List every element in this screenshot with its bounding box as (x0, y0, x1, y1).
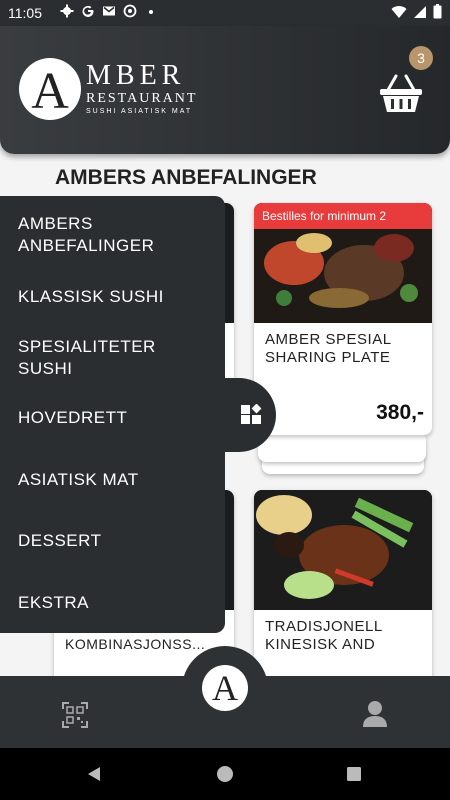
menu-item-label: SUSHI (18, 359, 73, 378)
wifi-icon (391, 5, 407, 18)
dot-icon (149, 10, 153, 14)
profile-icon[interactable] (362, 700, 388, 728)
product-name-line: SHARING PLATE (265, 349, 391, 366)
product-price: 380,- (376, 401, 424, 424)
menu-item-ekstra[interactable]: EKSTRA (18, 592, 89, 614)
google-icon (82, 5, 94, 17)
menu-item-dessert[interactable]: DESSERT (18, 530, 102, 552)
home-logo-button[interactable]: A (202, 665, 248, 711)
brand-name: MBER (86, 60, 186, 91)
section-title: AMBERS ANBEFALINGER (55, 166, 317, 189)
status-bar: 11:05 (0, 0, 450, 26)
recents-icon[interactable] (346, 766, 362, 782)
product-card[interactable]: TRADISJONELL KINESISK AND (254, 490, 432, 690)
product-card[interactable]: Bestilles for minimum 2 AMBER SPESIAL SH… (254, 203, 432, 435)
menu-item-asiatisk-mat[interactable]: ASIATISK MAT (18, 469, 139, 491)
category-drawer: AMBERS ANBEFALINGER KLASSISK SUSHI SPESI… (0, 196, 225, 633)
gmail-icon (103, 6, 115, 16)
cart-count-badge: 3 (409, 46, 433, 70)
app-header: A MBER RESTAURANT SUSHI ASIATISK MAT 3 (0, 26, 450, 154)
logo[interactable]: A (19, 58, 81, 120)
card-stack-shadow (258, 432, 426, 462)
menu-item-label: KLASSISK SUSHI (18, 287, 164, 306)
product-image (254, 490, 432, 610)
menu-item-label: SPESIALITETER (18, 337, 156, 356)
product-name-line: KINESISK AND (265, 636, 376, 653)
back-icon[interactable] (86, 766, 102, 782)
product-name: AMBER SPESIAL SHARING PLATE (265, 331, 392, 367)
battery-icon (433, 4, 442, 19)
brand-tagline: SUSHI ASIATISK MAT (86, 108, 193, 115)
menu-item-label: ASIATISK MAT (18, 470, 139, 489)
status-time: 11:05 (8, 5, 42, 21)
minimum-order-badge: Bestilles for minimum 2 (254, 203, 432, 229)
at-sign-icon (123, 4, 137, 18)
cart-icon[interactable] (378, 72, 424, 116)
menu-item-klassisk-sushi[interactable]: KLASSISK SUSHI (18, 286, 164, 308)
home-logo-letter: A (212, 668, 238, 708)
product-name-line: AMBER SPESIAL (265, 331, 392, 348)
menu-item-label: ANBEFALINGER (18, 236, 155, 255)
menu-item-ambers-anbefalinger[interactable]: AMBERS ANBEFALINGER (18, 213, 154, 257)
logo-letter: A (31, 63, 69, 120)
category-grid-icon (241, 404, 262, 424)
menu-item-label: EKSTRA (18, 593, 90, 612)
home-icon[interactable] (216, 765, 234, 783)
brand-subtitle: RESTAURANT (86, 91, 198, 106)
product-name: KOMBINASJONSS... (65, 636, 206, 652)
product-name-line: TRADISJONELL (265, 618, 383, 635)
menu-item-label: HOVEDRETT (18, 408, 128, 427)
qr-code-icon[interactable] (62, 702, 88, 728)
menu-item-hovedrett[interactable]: HOVEDRETT (18, 407, 127, 429)
signal-icon (414, 5, 426, 18)
settings-icon (60, 4, 74, 18)
menu-item-label: DESSERT (18, 531, 102, 550)
menu-item-label: AMBERS (18, 214, 93, 233)
status-notification-icons (60, 4, 158, 18)
system-navigation-bar (0, 748, 450, 800)
menu-item-spesialiteter-sushi[interactable]: SPESIALITETER SUSHI (18, 336, 156, 380)
product-name: TRADISJONELL KINESISK AND (265, 618, 383, 654)
